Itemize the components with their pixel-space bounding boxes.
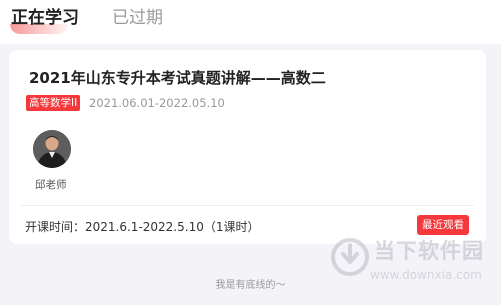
- watermark-url: www.downxia.com: [370, 268, 482, 282]
- recent-watch-button[interactable]: 最近观看: [417, 215, 469, 235]
- watermark-title: 当下软件园: [374, 239, 484, 263]
- course-dates: 2021.06.01-2022.05.10: [89, 96, 225, 110]
- course-card[interactable]: 2021年山东专升本考试真题讲解——高数二 高等数学II 2021.06.01-…: [9, 50, 486, 244]
- tab-expired[interactable]: 已过期: [112, 7, 163, 29]
- tab-bar: 正在学习 已过期: [0, 0, 501, 44]
- course-title: 2021年山东专升本考试真题讲解——高数二: [29, 69, 326, 87]
- teacher-avatar: [33, 130, 71, 168]
- course-schedule: 开课时间：2021.6.1-2022.5.10（1课时）: [25, 220, 260, 234]
- watermark: 当下软件园 www.downxia.com: [330, 235, 498, 301]
- teacher-name: 邱老师: [35, 179, 67, 191]
- subject-tag: 高等数学II: [26, 95, 81, 111]
- downxia-logo-icon: [331, 238, 369, 276]
- card-divider: [21, 205, 474, 206]
- tab-learning[interactable]: 正在学习: [11, 7, 79, 29]
